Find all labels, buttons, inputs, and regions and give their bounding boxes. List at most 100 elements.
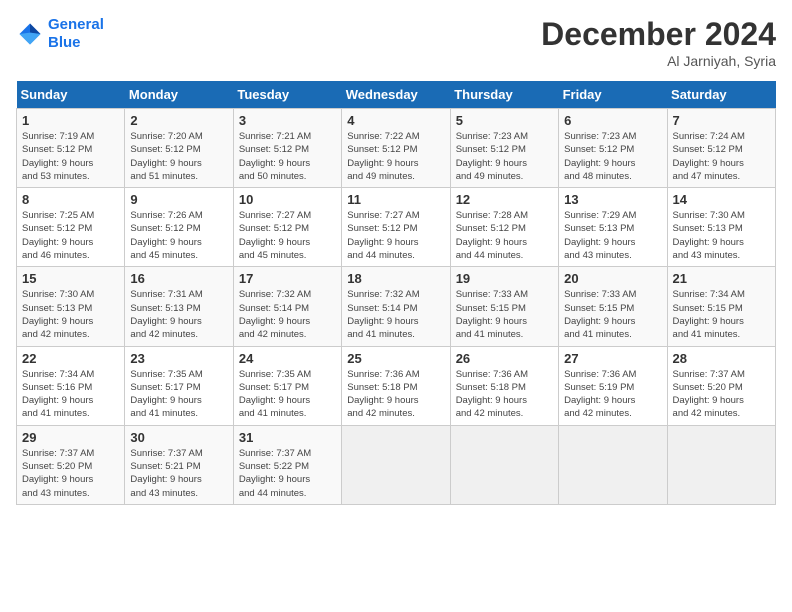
day-info: Sunrise: 7:29 AMSunset: 5:13 PMDaylight:… [564,209,661,262]
day-info: Sunrise: 7:35 AMSunset: 5:17 PMDaylight:… [130,368,227,421]
day-number: 17 [239,271,336,286]
calendar-cell: 13 Sunrise: 7:29 AMSunset: 5:13 PMDayligh… [559,188,667,267]
day-info: Sunrise: 7:30 AMSunset: 5:13 PMDaylight:… [673,209,770,262]
calendar-cell: 19 Sunrise: 7:33 AMSunset: 5:15 PMDayligh… [450,267,558,346]
calendar-cell: 1 Sunrise: 7:19 AMSunset: 5:12 PMDaylight… [17,109,125,188]
day-info: Sunrise: 7:36 AMSunset: 5:18 PMDaylight:… [456,368,553,421]
day-info: Sunrise: 7:27 AMSunset: 5:12 PMDaylight:… [347,209,444,262]
day-info: Sunrise: 7:27 AMSunset: 5:12 PMDaylight:… [239,209,336,262]
day-info: Sunrise: 7:19 AMSunset: 5:12 PMDaylight:… [22,130,119,183]
header-sunday: Sunday [17,81,125,109]
day-number: 31 [239,430,336,445]
day-info: Sunrise: 7:31 AMSunset: 5:13 PMDaylight:… [130,288,227,341]
day-info: Sunrise: 7:37 AMSunset: 5:21 PMDaylight:… [130,447,227,500]
calendar-week-5: 29 Sunrise: 7:37 AMSunset: 5:20 PMDayligh… [17,425,776,504]
calendar-cell: 7 Sunrise: 7:24 AMSunset: 5:12 PMDaylight… [667,109,775,188]
day-number: 24 [239,351,336,366]
calendar-cell: 26 Sunrise: 7:36 AMSunset: 5:18 PMDayligh… [450,346,558,425]
calendar-table: Sunday Monday Tuesday Wednesday Thursday… [16,81,776,505]
calendar-cell: 9 Sunrise: 7:26 AMSunset: 5:12 PMDaylight… [125,188,233,267]
header-thursday: Thursday [450,81,558,109]
calendar-cell: 24 Sunrise: 7:35 AMSunset: 5:17 PMDayligh… [233,346,341,425]
calendar-cell: 16Sunrise: 7:31 AMSunset: 5:13 PMDayligh… [125,267,233,346]
day-number: 20 [564,271,661,286]
calendar-cell: 5 Sunrise: 7:23 AMSunset: 5:12 PMDaylight… [450,109,558,188]
day-number: 4 [347,113,444,128]
day-number: 14 [673,192,770,207]
day-number: 7 [673,113,770,128]
calendar-cell: 31 Sunrise: 7:37 AMSunset: 5:22 PMDayligh… [233,425,341,504]
day-info: Sunrise: 7:37 AMSunset: 5:22 PMDaylight:… [239,447,336,500]
day-info: Sunrise: 7:32 AMSunset: 5:14 PMDaylight:… [239,288,336,341]
day-number: 5 [456,113,553,128]
logo-text: General Blue [48,16,104,52]
day-info: Sunrise: 7:20 AMSunset: 5:12 PMDaylight:… [130,130,227,183]
calendar-cell: 3 Sunrise: 7:21 AMSunset: 5:12 PMDaylight… [233,109,341,188]
day-number: 1 [22,113,119,128]
calendar-cell: 21 Sunrise: 7:34 AMSunset: 5:15 PMDayligh… [667,267,775,346]
calendar-cell: 27 Sunrise: 7:36 AMSunset: 5:19 PMDayligh… [559,346,667,425]
calendar-cell [667,425,775,504]
day-number: 25 [347,351,444,366]
day-number: 18 [347,271,444,286]
day-number: 12 [456,192,553,207]
day-number: 22 [22,351,119,366]
location-title: Al Jarniyah, Syria [541,53,776,69]
calendar-cell: 15Sunrise: 7:30 AMSunset: 5:13 PMDayligh… [17,267,125,346]
day-number: 19 [456,271,553,286]
day-number: 8 [22,192,119,207]
day-info: Sunrise: 7:33 AMSunset: 5:15 PMDaylight:… [456,288,553,341]
day-info: Sunrise: 7:34 AMSunset: 5:16 PMDaylight:… [22,368,119,421]
logo-icon [16,20,44,48]
day-info: Sunrise: 7:26 AMSunset: 5:12 PMDaylight:… [130,209,227,262]
calendar-cell: 20Sunrise: 7:33 AMSunset: 5:15 PMDayligh… [559,267,667,346]
day-info: Sunrise: 7:30 AMSunset: 5:13 PMDaylight:… [22,288,119,341]
day-number: 21 [673,271,770,286]
calendar-cell: 8Sunrise: 7:25 AMSunset: 5:12 PMDaylight… [17,188,125,267]
day-info: Sunrise: 7:28 AMSunset: 5:12 PMDaylight:… [456,209,553,262]
day-info: Sunrise: 7:36 AMSunset: 5:19 PMDaylight:… [564,368,661,421]
day-number: 29 [22,430,119,445]
header-saturday: Saturday [667,81,775,109]
calendar-cell: 6Sunrise: 7:23 AMSunset: 5:12 PMDaylight… [559,109,667,188]
month-title: December 2024 [541,16,776,53]
day-number: 27 [564,351,661,366]
day-number: 26 [456,351,553,366]
header-monday: Monday [125,81,233,109]
day-number: 3 [239,113,336,128]
calendar-week-2: 8Sunrise: 7:25 AMSunset: 5:12 PMDaylight… [17,188,776,267]
day-info: Sunrise: 7:23 AMSunset: 5:12 PMDaylight:… [456,130,553,183]
day-number: 2 [130,113,227,128]
calendar-week-1: 1 Sunrise: 7:19 AMSunset: 5:12 PMDaylight… [17,109,776,188]
calendar-cell: 23Sunrise: 7:35 AMSunset: 5:17 PMDayligh… [125,346,233,425]
day-number: 10 [239,192,336,207]
day-info: Sunrise: 7:21 AMSunset: 5:12 PMDaylight:… [239,130,336,183]
calendar-cell: 12 Sunrise: 7:28 AMSunset: 5:12 PMDayligh… [450,188,558,267]
header: General Blue December 2024 Al Jarniyah, … [16,16,776,69]
calendar-cell: 30 Sunrise: 7:37 AMSunset: 5:21 PMDayligh… [125,425,233,504]
title-area: December 2024 Al Jarniyah, Syria [541,16,776,69]
day-info: Sunrise: 7:37 AMSunset: 5:20 PMDaylight:… [22,447,119,500]
day-number: 30 [130,430,227,445]
calendar-cell: 2 Sunrise: 7:20 AMSunset: 5:12 PMDaylight… [125,109,233,188]
calendar-cell [450,425,558,504]
calendar-cell: 28 Sunrise: 7:37 AMSunset: 5:20 PMDayligh… [667,346,775,425]
calendar-cell: 18Sunrise: 7:32 AMSunset: 5:14 PMDayligh… [342,267,450,346]
calendar-week-4: 22 Sunrise: 7:34 AMSunset: 5:16 PMDayligh… [17,346,776,425]
day-number: 9 [130,192,227,207]
day-info: Sunrise: 7:24 AMSunset: 5:12 PMDaylight:… [673,130,770,183]
day-number: 13 [564,192,661,207]
day-info: Sunrise: 7:36 AMSunset: 5:18 PMDaylight:… [347,368,444,421]
day-info: Sunrise: 7:23 AMSunset: 5:12 PMDaylight:… [564,130,661,183]
day-number: 28 [673,351,770,366]
day-info: Sunrise: 7:35 AMSunset: 5:17 PMDaylight:… [239,368,336,421]
day-info: Sunrise: 7:34 AMSunset: 5:15 PMDaylight:… [673,288,770,341]
header-row: Sunday Monday Tuesday Wednesday Thursday… [17,81,776,109]
day-number: 11 [347,192,444,207]
day-info: Sunrise: 7:37 AMSunset: 5:20 PMDaylight:… [673,368,770,421]
header-friday: Friday [559,81,667,109]
calendar-cell: 17 Sunrise: 7:32 AMSunset: 5:14 PMDayligh… [233,267,341,346]
calendar-cell: 25 Sunrise: 7:36 AMSunset: 5:18 PMDayligh… [342,346,450,425]
calendar-cell: 11 Sunrise: 7:27 AMSunset: 5:12 PMDayligh… [342,188,450,267]
calendar-cell: 22 Sunrise: 7:34 AMSunset: 5:16 PMDayligh… [17,346,125,425]
